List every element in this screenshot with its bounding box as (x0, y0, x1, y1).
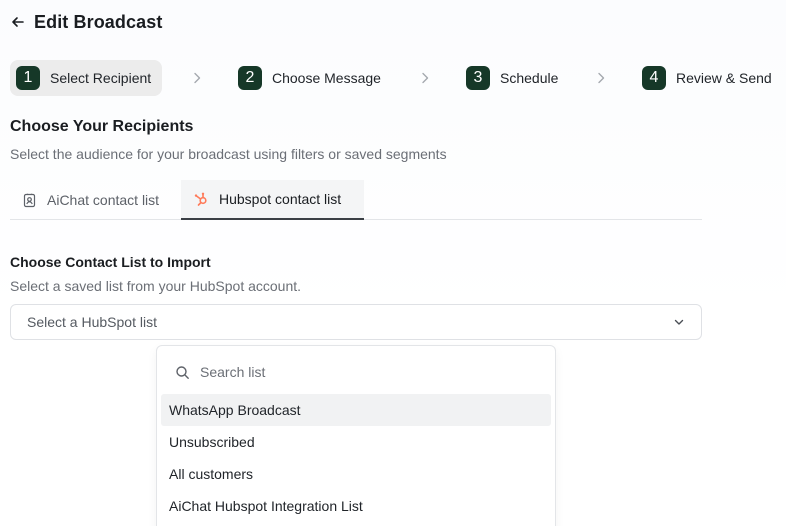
search-input[interactable] (200, 364, 520, 380)
step-label: Select Recipient (50, 70, 152, 86)
dropdown-search (157, 354, 555, 390)
source-tabs: AiChat contact list Hubspot contact list (10, 180, 702, 220)
search-icon (176, 365, 189, 379)
step-number: 1 (16, 66, 40, 90)
stepper: 1 Select Recipient 2 Choose Message 3 Sc… (10, 60, 786, 96)
step-label: Review & Send (676, 70, 772, 86)
hubspot-list-select[interactable]: Select a HubSpot list (10, 304, 702, 340)
list-option[interactable]: All customers (161, 458, 551, 490)
page-header: Edit Broadcast (10, 10, 162, 34)
step-review-send[interactable]: 4 Review & Send (642, 60, 772, 96)
chevron-right-icon (598, 72, 605, 84)
step-choose-message[interactable]: 2 Choose Message (238, 60, 381, 96)
step-number: 2 (238, 66, 262, 90)
step-label: Choose Message (272, 70, 381, 86)
list-option[interactable]: WhatsApp Broadcast (161, 394, 551, 426)
import-field-help: Select a saved list from your HubSpot ac… (10, 278, 302, 294)
step-label: Schedule (500, 70, 559, 86)
tab-label: Hubspot contact list (219, 191, 342, 207)
tab-label: AiChat contact list (47, 192, 160, 208)
tab-hubspot-contact-list[interactable]: Hubspot contact list (181, 180, 364, 220)
select-placeholder: Select a HubSpot list (27, 314, 157, 330)
chevron-right-icon (194, 72, 201, 84)
step-number: 3 (466, 66, 490, 90)
list-option[interactable]: AiChat Hubspot Integration List (161, 490, 551, 522)
section-title: Choose Your Recipients (10, 118, 194, 135)
chevron-right-icon (422, 72, 429, 84)
page-title: Edit Broadcast (34, 11, 163, 32)
hubspot-icon (194, 192, 207, 206)
step-schedule[interactable]: 3 Schedule (466, 60, 558, 96)
contact-book-icon (23, 193, 36, 207)
import-field-label: Choose Contact List to Import (10, 254, 211, 270)
arrow-left-icon[interactable] (10, 14, 26, 30)
tab-aichat-contact-list[interactable]: AiChat contact list (10, 180, 181, 220)
step-select-recipient[interactable]: 1 Select Recipient (10, 60, 162, 96)
hubspot-list-dropdown: WhatsApp Broadcast Unsubscribed All cust… (156, 345, 556, 526)
section-subtitle: Select the audience for your broadcast u… (10, 146, 447, 162)
list-option[interactable]: Unsubscribed (161, 426, 551, 458)
step-number: 4 (642, 66, 666, 90)
chevron-down-icon (674, 319, 684, 325)
